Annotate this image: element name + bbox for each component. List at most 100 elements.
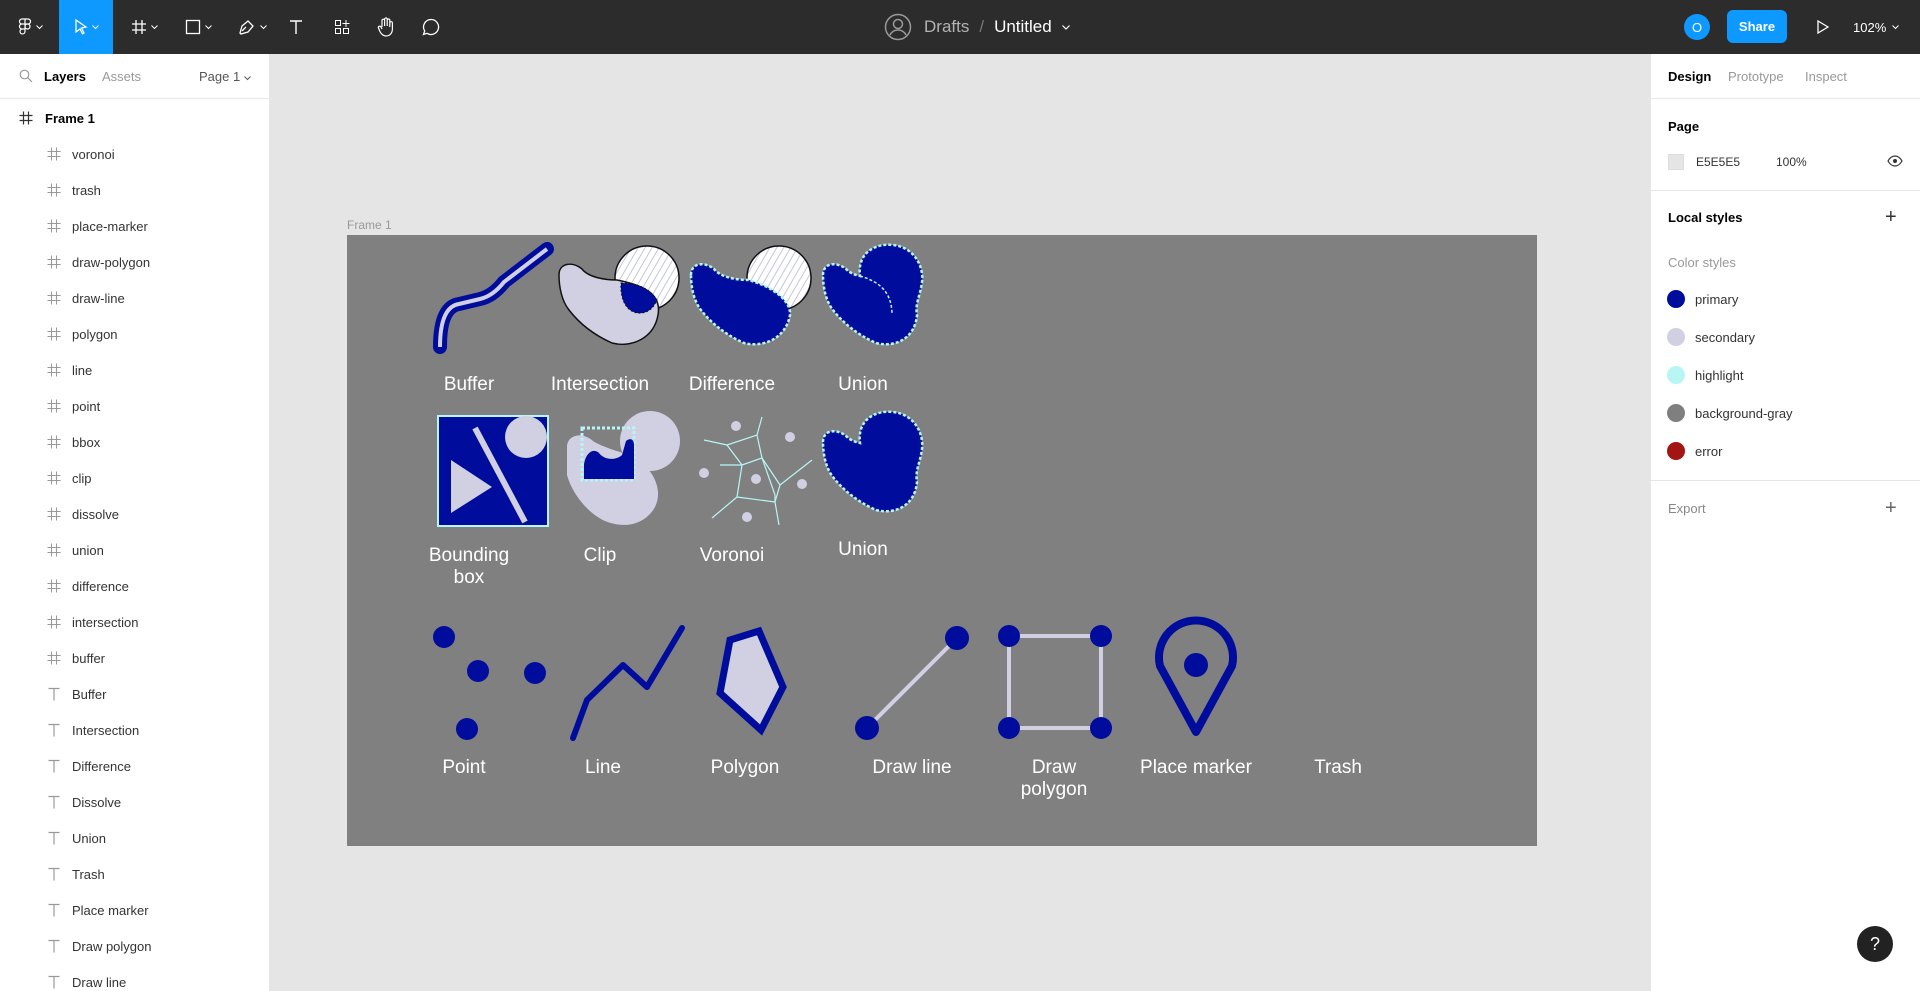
- frame-icon: [47, 291, 61, 305]
- layer-name: Union: [72, 830, 106, 846]
- layer-row[interactable]: Draw line: [0, 964, 269, 991]
- layer-row[interactable]: place-marker: [0, 208, 269, 244]
- layer-row[interactable]: difference: [0, 568, 269, 604]
- label-point[interactable]: Point: [389, 757, 539, 779]
- layer-row[interactable]: union: [0, 532, 269, 568]
- draw-line-icon[interactable]: [855, 626, 969, 740]
- comment-tool-button[interactable]: [420, 0, 442, 54]
- text-icon: [48, 903, 60, 917]
- zoom-dropdown[interactable]: 102%: [1853, 0, 1900, 54]
- difference-icon[interactable]: [689, 245, 812, 346]
- color-style-secondary[interactable]: secondary: [1667, 327, 1755, 347]
- point-icon[interactable]: [433, 626, 546, 740]
- label-voronoi[interactable]: Voronoi: [657, 545, 807, 567]
- frame-label[interactable]: Frame 1: [347, 218, 392, 232]
- label-polygon[interactable]: Polygon: [670, 757, 820, 779]
- intersection-icon[interactable]: [558, 245, 680, 345]
- layer-row[interactable]: point: [0, 388, 269, 424]
- page-opacity-value[interactable]: 100%: [1776, 155, 1807, 169]
- voronoi-icon[interactable]: [699, 416, 813, 526]
- move-tool-button[interactable]: [59, 0, 113, 54]
- layer-row[interactable]: dissolve: [0, 496, 269, 532]
- main-menu-button[interactable]: [10, 0, 50, 54]
- share-button[interactable]: Share: [1727, 10, 1787, 43]
- label-bounding-box[interactable]: Bounding box: [394, 545, 544, 589]
- clip-icon[interactable]: [567, 411, 680, 525]
- layer-row[interactable]: voronoi: [0, 136, 269, 172]
- layer-row[interactable]: Place marker: [0, 892, 269, 928]
- label-draw-polygon[interactable]: Draw polygon: [979, 757, 1129, 801]
- layer-frame-1[interactable]: Frame 1: [0, 100, 269, 136]
- eye-icon[interactable]: [1887, 155, 1903, 167]
- add-style-icon[interactable]: +: [1885, 207, 1897, 227]
- label-line[interactable]: Line: [528, 757, 678, 779]
- project-name[interactable]: Drafts: [924, 17, 969, 37]
- layer-row[interactable]: draw-line: [0, 280, 269, 316]
- layer-row[interactable]: Dissolve: [0, 784, 269, 820]
- chevron-down-icon: [259, 24, 267, 29]
- tab-inspect[interactable]: Inspect: [1805, 69, 1847, 84]
- page-selector[interactable]: Page 1: [199, 69, 251, 84]
- shape-tool-button[interactable]: [178, 0, 218, 54]
- label-intersection[interactable]: Intersection: [525, 374, 675, 396]
- dissolve-icon[interactable]: [821, 410, 924, 513]
- color-style-error[interactable]: error: [1667, 441, 1722, 461]
- pen-icon: [238, 20, 254, 35]
- tab-assets[interactable]: Assets: [102, 69, 141, 84]
- hand-tool-button[interactable]: [375, 0, 397, 54]
- layer-row[interactable]: Draw polygon: [0, 928, 269, 964]
- label-draw-line[interactable]: Draw line: [837, 757, 987, 779]
- tab-prototype[interactable]: Prototype: [1728, 69, 1784, 84]
- bounding-box-icon[interactable]: [437, 415, 549, 527]
- union-icon[interactable]: [821, 243, 924, 346]
- play-icon: [1817, 20, 1829, 34]
- label-trash[interactable]: Trash: [1263, 757, 1413, 779]
- polygon-icon[interactable]: [716, 626, 787, 736]
- layer-row[interactable]: Union: [0, 820, 269, 856]
- color-style-highlight[interactable]: highlight: [1667, 365, 1743, 385]
- label-buffer[interactable]: Buffer: [394, 374, 544, 396]
- team-avatar-icon[interactable]: [884, 13, 912, 41]
- search-icon[interactable]: [19, 69, 33, 83]
- layer-row[interactable]: draw-polygon: [0, 244, 269, 280]
- layer-row[interactable]: trash: [0, 172, 269, 208]
- resources-tool-button[interactable]: [332, 0, 352, 54]
- color-style-primary[interactable]: primary: [1667, 289, 1738, 309]
- tab-layers[interactable]: Layers: [44, 69, 86, 84]
- add-export-icon[interactable]: +: [1885, 498, 1897, 518]
- layer-row[interactable]: Intersection: [0, 712, 269, 748]
- color-style-label: background-gray: [1695, 405, 1793, 421]
- frame-tool-button[interactable]: [124, 0, 164, 54]
- label-dissolve[interactable]: Union: [788, 539, 938, 561]
- page-color-value[interactable]: E5E5E5: [1696, 155, 1740, 169]
- file-name[interactable]: Untitled: [994, 17, 1052, 37]
- layer-row[interactable]: buffer: [0, 640, 269, 676]
- page-color-swatch[interactable]: [1668, 154, 1684, 170]
- help-button[interactable]: ?: [1857, 926, 1893, 962]
- line-icon[interactable]: [570, 625, 685, 741]
- layer-row[interactable]: bbox: [0, 424, 269, 460]
- pen-tool-button[interactable]: [232, 0, 272, 54]
- layer-row[interactable]: polygon: [0, 316, 269, 352]
- chevron-down-icon[interactable]: [1061, 24, 1070, 30]
- layer-row[interactable]: Buffer: [0, 676, 269, 712]
- color-style-background-gray[interactable]: background-gray: [1667, 403, 1793, 423]
- label-clip[interactable]: Clip: [525, 545, 675, 567]
- label-place-marker[interactable]: Place marker: [1121, 757, 1271, 779]
- frame-1[interactable]: Buffer Intersection Difference Union Bou…: [347, 235, 1537, 846]
- text-tool-button[interactable]: [286, 0, 306, 54]
- tab-design[interactable]: Design: [1668, 69, 1711, 84]
- layer-row[interactable]: clip: [0, 460, 269, 496]
- color-swatch: [1667, 366, 1685, 384]
- layer-row[interactable]: Trash: [0, 856, 269, 892]
- buffer-icon[interactable]: [433, 242, 554, 354]
- layer-row[interactable]: intersection: [0, 604, 269, 640]
- place-marker-icon[interactable]: [1155, 616, 1237, 736]
- layer-row[interactable]: line: [0, 352, 269, 388]
- present-button[interactable]: [1812, 0, 1834, 54]
- user-avatar[interactable]: O: [1684, 14, 1710, 40]
- draw-polygon-icon[interactable]: [998, 625, 1112, 739]
- label-difference[interactable]: Difference: [657, 374, 807, 396]
- layer-row[interactable]: Difference: [0, 748, 269, 784]
- label-union[interactable]: Union: [788, 374, 938, 396]
